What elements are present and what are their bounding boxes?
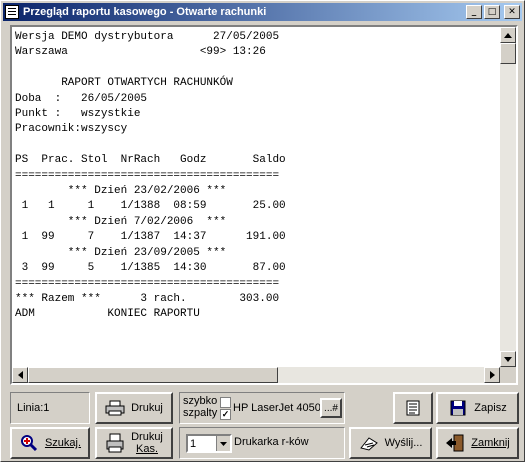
report-line: 3 99 5 1/1385 14:30 87.00 xyxy=(15,262,286,275)
copies-value: 1 xyxy=(190,437,197,450)
report-line: *** Razem *** 3 rach. 303.00 xyxy=(15,292,280,305)
arrow-down-icon xyxy=(504,356,512,362)
print-receipt-label: Drukuj Kas. xyxy=(131,431,163,455)
exit-door-icon xyxy=(445,434,465,452)
fast-label-1: szybko xyxy=(183,395,218,407)
arrow-up-icon xyxy=(504,32,512,38)
title-bar[interactable]: Przegląd raportu kasowego - Otwarte rach… xyxy=(3,3,522,21)
maximize-button[interactable]: □ xyxy=(484,5,500,19)
send-button[interactable]: Wyślij... xyxy=(349,427,432,459)
print-button[interactable]: Drukuj xyxy=(95,392,173,424)
report-line: Punkt : wszystkie xyxy=(15,108,141,121)
scroll-right-button[interactable] xyxy=(484,367,500,383)
printer-kind-panel: 1 Drukarka r-ków xyxy=(179,427,345,459)
report-line: ADM KONIEC RAPORTU xyxy=(15,308,200,321)
send-icon xyxy=(359,434,379,452)
report-line: ======================================== xyxy=(15,169,280,182)
print-receipt-label-line1: Drukuj xyxy=(131,431,163,443)
report-text: Wersja DEMO dystrybutora 27/05/2005 Warsz… xyxy=(15,30,501,370)
horizontal-scrollbar[interactable] xyxy=(12,367,500,383)
printer-icon xyxy=(105,399,125,417)
report-line: *** Dzień 7/02/2006 *** xyxy=(15,215,227,228)
fast-checkbox[interactable] xyxy=(220,397,231,408)
scroll-up-button[interactable] xyxy=(500,27,516,43)
line-status: Linia:1 xyxy=(17,402,50,414)
floppy-disk-icon xyxy=(448,399,468,417)
report-view[interactable]: Wersja DEMO dystrybutora 27/05/2005 Warsz… xyxy=(10,25,518,385)
send-button-label: Wyślij... xyxy=(384,437,423,449)
copies-dropdown[interactable]: 1 xyxy=(186,434,232,453)
chevron-down-icon[interactable] xyxy=(216,436,230,451)
printer-name: HP LaserJet 4050 xyxy=(233,402,320,414)
report-line: 1 99 7 1/1387 14:37 191.00 xyxy=(15,231,286,244)
arrow-left-icon xyxy=(17,371,23,379)
vertical-scrollbar[interactable] xyxy=(500,27,516,367)
fast-label-2: szpalty xyxy=(183,407,218,419)
save-button[interactable]: Zapisz xyxy=(436,392,519,424)
vertical-scroll-thumb[interactable] xyxy=(500,43,516,64)
save-button-label: Zapisz xyxy=(474,402,507,414)
printer-select-button[interactable]: ...# xyxy=(320,398,342,418)
columns-checkbox[interactable]: ✓ xyxy=(220,409,231,420)
report-window: Przegląd raportu kasowego - Otwarte rach… xyxy=(0,0,525,462)
print-options-panel: szybko szpalty ✓ HP LaserJet 4050 ...# xyxy=(179,392,345,424)
report-line: Doba : 26/05/2005 xyxy=(15,92,148,105)
report-line: Warszawa <99> 13:26 xyxy=(15,46,266,59)
report-line: *** Dzień 23/02/2006 *** xyxy=(15,185,227,198)
horizontal-scroll-thumb[interactable] xyxy=(28,367,278,383)
report-line: 1 1 1 1/1388 08:59 25.00 xyxy=(15,200,286,213)
print-receipt-button[interactable]: Drukuj Kas. xyxy=(95,427,173,459)
report-icon xyxy=(5,5,19,19)
close-button[interactable]: ✕ xyxy=(504,5,520,19)
scroll-down-button[interactable] xyxy=(500,351,516,367)
receipt-printer-icon xyxy=(105,433,125,453)
scrollbar-corner xyxy=(500,367,516,383)
search-button[interactable]: Szukaj. xyxy=(10,427,90,459)
document-icon xyxy=(403,399,423,417)
printer-kind-label: Drukarka r-ków xyxy=(234,436,309,448)
line-status-panel: Linia:1 xyxy=(10,392,90,424)
search-button-label: Szukaj. xyxy=(44,437,82,449)
report-line: RAPORT OTWARTYCH RACHUNKÓW xyxy=(15,77,233,90)
report-line: Pracownik:wszyscy xyxy=(15,123,128,136)
arrow-right-icon xyxy=(489,371,495,379)
report-line: Wersja DEMO dystrybutora 27/05/2005 xyxy=(15,31,280,43)
report-line xyxy=(15,138,501,153)
minimize-button[interactable]: _ xyxy=(466,5,482,19)
report-line: PS Prac. Stol NrRach Godz Saldo xyxy=(15,154,286,167)
preview-button[interactable] xyxy=(393,392,433,424)
report-line: ======================================== xyxy=(15,277,280,290)
report-line xyxy=(15,61,501,76)
close-window-button[interactable]: Zamknij xyxy=(436,427,519,459)
magnifier-icon xyxy=(19,434,39,452)
print-receipt-label-line2: Kas. xyxy=(135,443,158,455)
close-window-label: Zamknij xyxy=(471,437,510,449)
report-line: *** Dzień 23/09/2005 *** xyxy=(15,246,227,259)
window-title: Przegląd raportu kasowego - Otwarte rach… xyxy=(23,6,267,18)
print-button-label: Drukuj xyxy=(131,402,163,414)
scroll-left-button[interactable] xyxy=(12,367,28,383)
